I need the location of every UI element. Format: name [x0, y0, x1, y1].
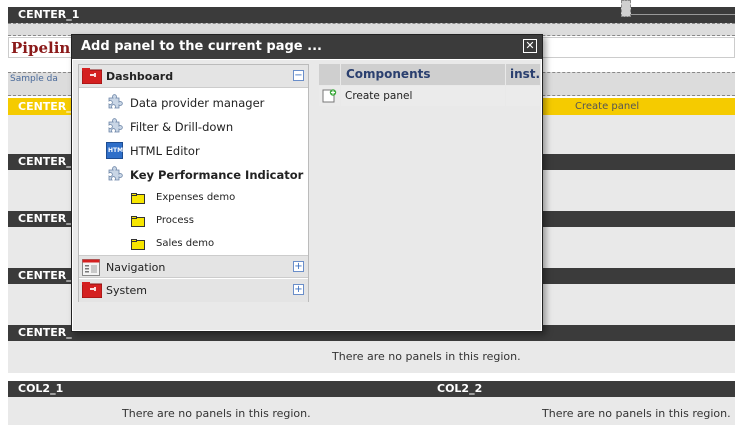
- new-panel-icon: [322, 89, 337, 106]
- folder-icon: [131, 216, 145, 227]
- close-button[interactable]: ✕: [523, 39, 537, 53]
- tree-item-label: Data provider manager: [130, 96, 265, 110]
- components-table-header: Components inst.: [319, 64, 540, 85]
- panel-tree: Dashboard − Data provider manager Filter: [78, 64, 309, 302]
- system-folder-icon: [81, 282, 103, 299]
- html-icon: HTML: [106, 142, 127, 159]
- component-label[interactable]: Create panel: [341, 86, 505, 106]
- instance-header: inst.: [506, 64, 540, 85]
- puzzle-icon: [106, 166, 123, 183]
- region-header-col2: COL2_1 COL2_2: [8, 381, 735, 397]
- add-panel-dialog: Add panel to the current page ... ✕ Dash…: [71, 34, 543, 332]
- page-title: Pipelin: [11, 39, 71, 57]
- region-label: CENTER_: [18, 212, 72, 225]
- tree-item-label: Filter & Drill-down: [130, 120, 234, 134]
- tree-group-dashboard[interactable]: Dashboard −: [79, 65, 308, 88]
- collapse-toggle[interactable]: −: [293, 70, 304, 81]
- region-body: There are no panels in this region. Ther…: [8, 397, 735, 425]
- tree-item-label: HTML Editor: [130, 144, 200, 158]
- components-header: Components: [341, 64, 505, 85]
- tree-group-label: Dashboard: [106, 70, 174, 83]
- tree-group-system[interactable]: System +: [79, 279, 308, 302]
- component-row-create-panel[interactable]: Create panel: [319, 86, 540, 106]
- tree-group-label: Navigation: [106, 261, 166, 274]
- empty-region-message: There are no panels in this region.: [542, 407, 731, 420]
- puzzle-icon: [106, 118, 123, 135]
- header-icon-cell: [319, 64, 340, 85]
- region-body: There are no panels in this region.: [8, 341, 735, 373]
- tree-item-label: Key Performance Indicator: [130, 168, 304, 182]
- sample-text: Sample da: [10, 74, 58, 84]
- dialog-header[interactable]: Add panel to the current page ...: [72, 35, 542, 59]
- navigation-icon: [82, 259, 102, 276]
- region-label: COL2_1: [18, 382, 64, 395]
- instance-cell: [506, 86, 540, 106]
- close-icon: ✕: [525, 39, 535, 52]
- region-label: CENTER_1: [18, 8, 80, 21]
- row-icon-cell: [319, 86, 340, 106]
- region-label: CENTER_: [18, 155, 72, 168]
- tree-group-label: System: [106, 284, 148, 297]
- region-label: CENTER_: [18, 269, 72, 282]
- empty-region-message: There are no panels in this region.: [332, 350, 521, 363]
- empty-region-message: There are no panels in this region.: [122, 407, 311, 420]
- folder-icon: [131, 239, 145, 250]
- dialog-title: Add panel to the current page ...: [81, 39, 322, 54]
- dashboard-folder-icon: [81, 68, 103, 85]
- folder-icon: [131, 193, 145, 204]
- divider: [631, 14, 735, 15]
- puzzle-icon: [106, 94, 123, 111]
- dialog-body: Dashboard − Data provider manager Filter: [73, 60, 541, 330]
- tree-item-label: Sales demo: [156, 238, 215, 249]
- tree-item-label: Expenses demo: [156, 192, 236, 203]
- region-label: CENTER_: [18, 326, 72, 339]
- region-label: COL2_2: [437, 382, 483, 395]
- expand-toggle[interactable]: +: [293, 284, 304, 295]
- tree-item-label: Process: [156, 215, 194, 226]
- create-panel-hint: Create panel: [575, 101, 640, 112]
- expand-toggle[interactable]: +: [293, 261, 304, 272]
- tree-group-navigation[interactable]: Navigation +: [79, 255, 308, 278]
- region-label: CENTER_: [18, 100, 72, 113]
- region-handle[interactable]: [621, 0, 631, 17]
